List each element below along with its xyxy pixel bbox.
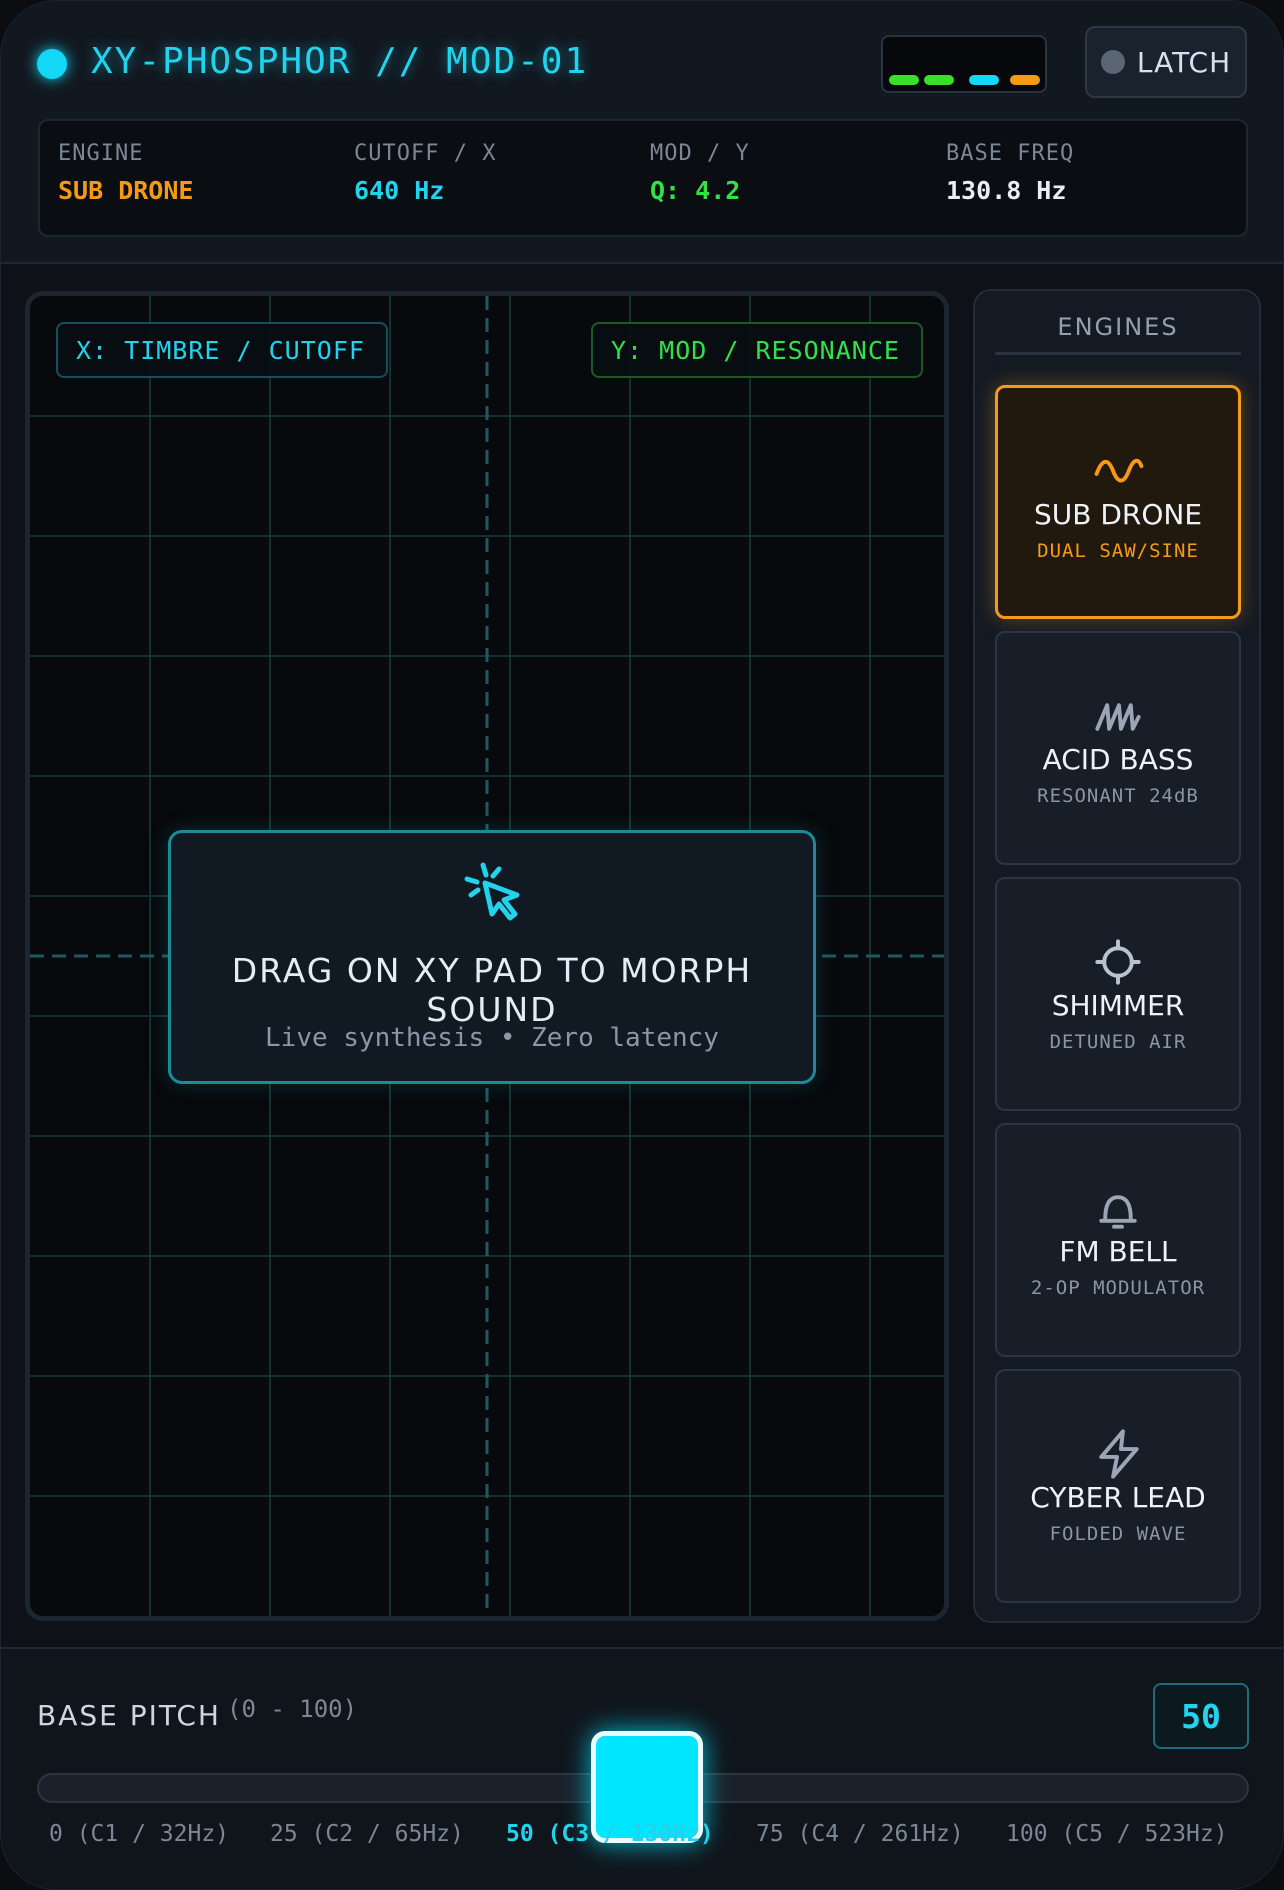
engines-heading: ENGINES bbox=[995, 313, 1241, 355]
engine-fm-bell[interactable]: FM BELL 2-OP MODULATOR bbox=[995, 1123, 1241, 1357]
latch-button[interactable]: LATCH bbox=[1085, 26, 1247, 98]
sawtooth-wave-icon bbox=[1095, 703, 1141, 731]
hint-subtitle: Live synthesis • Zero latency bbox=[265, 1023, 719, 1053]
stat-cutoff-value: 640 Hz bbox=[354, 176, 445, 205]
latch-indicator-icon bbox=[1100, 50, 1125, 74]
stat-cutoff: CUTOFF / X 640 Hz bbox=[354, 141, 496, 205]
crosshair-icon bbox=[1095, 939, 1141, 985]
hint-title: DRAG ON XY PAD TO MORPH SOUND bbox=[231, 951, 753, 1029]
engine-sub-drone[interactable]: SUB DRONE DUAL SAW/SINE bbox=[995, 385, 1241, 619]
engine-name: CYBER LEAD bbox=[1030, 1481, 1206, 1514]
engine-name: FM BELL bbox=[1059, 1235, 1177, 1268]
engine-desc: DUAL SAW/SINE bbox=[1037, 540, 1199, 562]
stat-engine: ENGINE SUB DRONE bbox=[58, 141, 193, 205]
power-indicator-icon bbox=[37, 49, 67, 79]
drag-hint-overlay: DRAG ON XY PAD TO MORPH SOUND Live synth… bbox=[168, 830, 816, 1084]
base-pitch-value[interactable]: 50 bbox=[1153, 1683, 1249, 1749]
engine-name: ACID BASS bbox=[1042, 743, 1194, 776]
status-readout: ENGINE SUB DRONE CUTOFF / X 640 Hz MOD /… bbox=[38, 119, 1248, 237]
cursor-click-icon bbox=[464, 862, 520, 921]
engine-cyber-lead[interactable]: CYBER LEAD FOLDED WAVE bbox=[995, 1369, 1241, 1603]
base-pitch-range: (0 - 100) bbox=[227, 1695, 358, 1723]
pitch-tick-selected: 50 (C3 / 130Hz) bbox=[506, 1821, 714, 1847]
meter-bar bbox=[924, 75, 954, 85]
engine-list: ENGINES SUB DRONE DUAL SAW/SINE ACID BAS… bbox=[973, 289, 1261, 1623]
sine-wave-icon bbox=[1094, 458, 1144, 483]
engine-desc: 2-OP MODULATOR bbox=[1030, 1277, 1206, 1299]
engine-desc: RESONANT 24dB bbox=[1037, 785, 1199, 807]
stat-engine-value: SUB DRONE bbox=[58, 176, 194, 205]
stat-mod: MOD / Y Q: 4.2 bbox=[650, 141, 750, 205]
y-axis-label: Y: MOD / RESONANCE bbox=[591, 322, 923, 378]
base-pitch-label: BASE PITCH bbox=[37, 1699, 221, 1732]
xy-pad[interactable]: X: TIMBRE / CUTOFF Y: MOD / RESONANCE DR… bbox=[25, 291, 949, 1621]
stat-mod-label: MOD / Y bbox=[650, 141, 750, 166]
engine-desc: DETUNED AIR bbox=[1049, 1031, 1187, 1053]
pitch-tick: 0 (C1 / 32Hz) bbox=[49, 1821, 230, 1847]
lightning-icon bbox=[1099, 1429, 1139, 1479]
pitch-tick: 100 (C5 / 523Hz) bbox=[1006, 1821, 1228, 1847]
stat-base-freq-label: BASE FREQ bbox=[946, 141, 1075, 166]
engine-desc: FOLDED WAVE bbox=[1049, 1523, 1187, 1545]
pitch-tick: 75 (C4 / 261Hz) bbox=[756, 1821, 964, 1847]
stat-mod-value: Q: 4.2 bbox=[650, 176, 741, 205]
meter-bar bbox=[1010, 75, 1040, 85]
engine-shimmer[interactable]: SHIMMER DETUNED AIR bbox=[995, 877, 1241, 1111]
stat-base-freq: BASE FREQ 130.8 Hz bbox=[946, 141, 1074, 205]
level-meter bbox=[881, 35, 1047, 93]
latch-label: LATCH bbox=[1136, 45, 1232, 79]
app-title: XY-PHOSPHOR // MOD-01 bbox=[91, 41, 589, 82]
engine-name: SHIMMER bbox=[1051, 989, 1185, 1022]
stat-engine-label: ENGINE bbox=[58, 141, 144, 166]
x-axis-label: X: TIMBRE / CUTOFF bbox=[56, 322, 388, 378]
meter-bar bbox=[889, 75, 919, 85]
stat-cutoff-label: CUTOFF / X bbox=[354, 141, 497, 166]
meter-bar bbox=[969, 75, 999, 85]
engine-name: SUB DRONE bbox=[1033, 498, 1203, 531]
app-window: XY-PHOSPHOR // MOD-01 LATCH ENGINE SUB D… bbox=[0, 0, 1284, 1890]
pitch-tick: 25 (C2 / 65Hz) bbox=[270, 1821, 464, 1847]
stat-base-freq-value: 130.8 Hz bbox=[946, 176, 1067, 205]
pitch-control: BASE PITCH (0 - 100) 50 0 (C1 / 32Hz) 25… bbox=[1, 1647, 1283, 1889]
engine-acid-bass[interactable]: ACID BASS RESONANT 24dB bbox=[995, 631, 1241, 865]
bell-icon bbox=[1099, 1195, 1137, 1229]
header: XY-PHOSPHOR // MOD-01 LATCH ENGINE SUB D… bbox=[1, 1, 1283, 264]
